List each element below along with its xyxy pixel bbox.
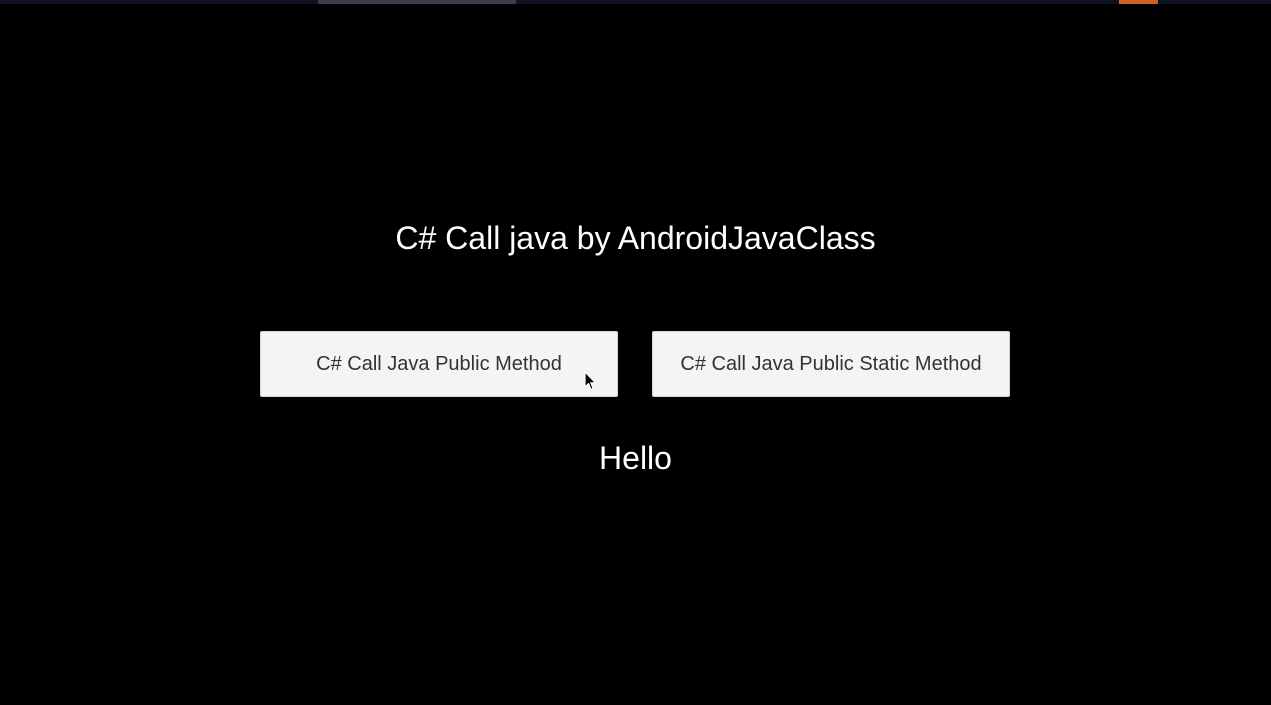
call-java-public-static-method-button[interactable]: C# Call Java Public Static Method xyxy=(652,331,1010,397)
call-java-public-method-button[interactable]: C# Call Java Public Method xyxy=(260,331,618,397)
top-strip-accent xyxy=(1119,0,1158,4)
top-status-strip xyxy=(0,0,1271,4)
app-screen: C# Call java by AndroidJavaClass C# Call… xyxy=(0,0,1271,705)
top-strip-highlight xyxy=(318,0,516,4)
output-text: Hello xyxy=(599,440,672,476)
page-title: C# Call java by AndroidJavaClass xyxy=(395,220,876,256)
mouse-pointer-icon xyxy=(584,371,597,391)
